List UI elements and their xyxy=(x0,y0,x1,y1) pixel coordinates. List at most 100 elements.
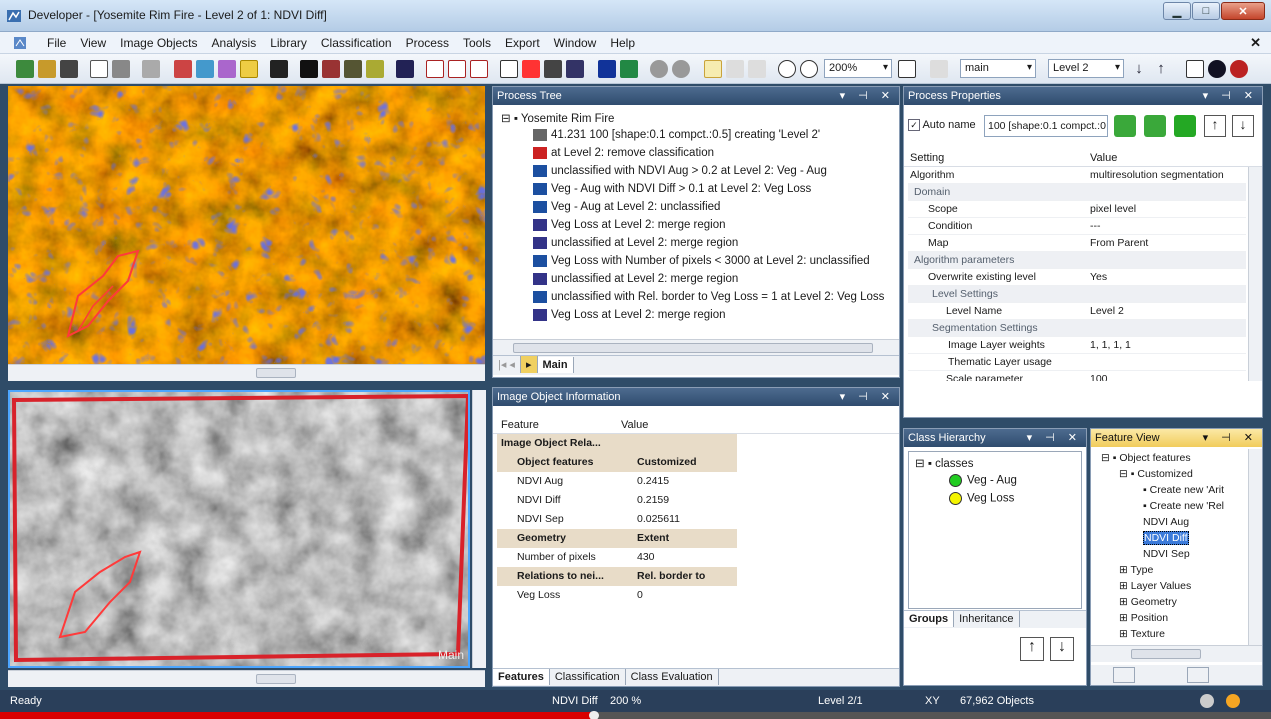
viewer-bottom[interactable]: Main xyxy=(8,390,470,668)
layer-mixing-icon[interactable] xyxy=(300,60,318,78)
zoom-fit-icon[interactable] xyxy=(898,60,916,78)
feature-item[interactable]: ⊟ ▪ Object features xyxy=(1101,452,1191,464)
tree-toggle-icon[interactable]: ⊞ xyxy=(1119,580,1131,592)
feature-item[interactable]: NDVI Aug xyxy=(1143,516,1189,528)
class-root[interactable]: ⊟ ▪ classes xyxy=(915,456,973,470)
process-item[interactable]: Veg Loss at Level 2: merge region xyxy=(533,309,726,321)
tree-toggle-icon[interactable]: ▪ xyxy=(1143,484,1150,496)
property-value[interactable]: Yes xyxy=(1090,271,1107,283)
process-item[interactable]: unclassified at Level 2: merge region xyxy=(533,273,738,285)
tab-groups[interactable]: Groups xyxy=(904,611,955,627)
property-row[interactable]: Algorithm parameters xyxy=(908,252,1246,269)
class-item[interactable]: Veg - Aug xyxy=(949,474,1017,487)
process-item[interactable]: Veg Loss with Number of pixels < 3000 at… xyxy=(533,255,870,267)
video-progress-knob[interactable] xyxy=(588,711,599,719)
property-row[interactable]: Level Settings xyxy=(908,286,1246,303)
feature-item[interactable]: ⊞ Geometry xyxy=(1119,596,1177,608)
property-row[interactable]: Level Name Level 2 xyxy=(908,303,1246,320)
zoom-out-icon[interactable] xyxy=(778,60,796,78)
viewer-top[interactable] xyxy=(8,86,485,364)
window-icon[interactable] xyxy=(1186,60,1204,78)
save-icon[interactable] xyxy=(60,60,78,78)
property-value[interactable]: 100 xyxy=(1090,373,1108,381)
feature-item[interactable]: ⊞ Texture xyxy=(1119,628,1165,640)
zoom-area-icon[interactable] xyxy=(748,60,766,78)
level-down-icon[interactable]: ↓ xyxy=(1130,60,1148,78)
link-views-icon[interactable] xyxy=(470,60,488,78)
viewer-bottom-hscroll[interactable] xyxy=(8,670,485,687)
layout-icon[interactable] xyxy=(500,60,518,78)
pointer-icon[interactable] xyxy=(704,60,722,78)
tree-toggle-icon[interactable]: ⊞ xyxy=(1119,596,1131,608)
property-row[interactable]: Condition --- xyxy=(908,218,1246,235)
move-up-icon[interactable]: ↑ xyxy=(1204,115,1226,137)
property-row[interactable]: Segmentation Settings xyxy=(908,320,1246,337)
segment-icon[interactable] xyxy=(196,60,214,78)
menu-process[interactable]: Process xyxy=(399,36,456,50)
print-icon[interactable] xyxy=(142,60,160,78)
class-tree[interactable]: ⊟ ▪ classes Veg - Aug Veg Loss xyxy=(908,451,1082,609)
close-document-icon[interactable]: ✕ xyxy=(1250,35,1261,51)
level-up-icon[interactable]: ↑ xyxy=(1152,60,1170,78)
process-item[interactable]: Veg - Aug at Level 2: unclassified xyxy=(533,201,720,213)
append-icon[interactable] xyxy=(1144,115,1166,137)
process-item[interactable]: unclassified with NDVI Aug > 0.2 at Leve… xyxy=(533,165,827,177)
feature-hscroll[interactable] xyxy=(1091,645,1262,662)
property-row[interactable]: Overwrite existing level Yes xyxy=(908,269,1246,286)
feature-item[interactable]: ▪ Create new 'Rel xyxy=(1143,500,1224,512)
grid-icon[interactable] xyxy=(566,60,584,78)
property-value[interactable]: Level 2 xyxy=(1090,305,1124,317)
menu-image-objects[interactable]: Image Objects xyxy=(113,36,204,50)
tab-features[interactable]: Features xyxy=(493,669,550,685)
property-row[interactable]: Algorithm multiresolution segmentation xyxy=(908,167,1246,184)
property-row[interactable]: Image Layer weights 1, 1, 1, 1 xyxy=(908,337,1246,354)
feature-item[interactable]: ⊞ Layer Values xyxy=(1119,580,1191,592)
feature-item[interactable]: NDVI Diff xyxy=(1143,531,1189,545)
open-project-icon[interactable] xyxy=(16,60,34,78)
feature-item[interactable]: ⊞ Position xyxy=(1119,612,1168,624)
move-down-icon[interactable]: ↓ xyxy=(1232,115,1254,137)
class-down-icon[interactable]: ↓ xyxy=(1050,637,1074,661)
classification-view-icon[interactable] xyxy=(322,60,340,78)
video-progress-bar[interactable] xyxy=(0,711,1271,719)
feature-item[interactable]: ▪ Create new 'Arit xyxy=(1143,484,1224,496)
tab-classification[interactable]: Classification xyxy=(550,669,626,685)
tree-toggle-icon[interactable]: ⊞ xyxy=(1119,612,1131,624)
feature-item[interactable]: NDVI Sep xyxy=(1143,548,1190,560)
tab-main[interactable]: Main xyxy=(537,357,574,373)
palette-icon[interactable] xyxy=(544,60,562,78)
cursor-tool-icon[interactable] xyxy=(270,60,288,78)
process-tree-hscroll[interactable] xyxy=(493,339,899,356)
close-window-button[interactable]: ✕ xyxy=(1221,2,1265,20)
property-value[interactable]: multiresolution segmentation xyxy=(1090,169,1224,181)
tab-class-evaluation[interactable]: Class Evaluation xyxy=(626,669,719,685)
map-select[interactable]: main xyxy=(960,59,1036,78)
color-icon[interactable] xyxy=(522,60,540,78)
menu-library[interactable]: Library xyxy=(263,36,314,50)
minimize-button[interactable]: ▁ xyxy=(1163,2,1191,20)
property-value[interactable]: pixel level xyxy=(1090,203,1136,215)
process-item[interactable]: unclassified at Level 2: merge region xyxy=(533,237,738,249)
viewer-top-hscroll[interactable] xyxy=(8,364,485,381)
open-folder-icon[interactable] xyxy=(38,60,56,78)
outline-view-icon[interactable] xyxy=(366,60,384,78)
viewer-bottom-vscroll[interactable] xyxy=(472,390,486,668)
feature-nav-button[interactable] xyxy=(1113,667,1135,683)
feature-item[interactable]: ⊟ ▪ Customized xyxy=(1119,468,1193,480)
run-icon[interactable] xyxy=(598,60,616,78)
menu-export[interactable]: Export xyxy=(498,36,547,50)
property-row[interactable]: Thematic Layer usage xyxy=(908,354,1246,371)
tree-toggle-icon[interactable]: ▪ xyxy=(1143,500,1150,512)
auto-name-field[interactable]: 100 [shape:0.1 compct.:0 xyxy=(984,115,1108,137)
new-window-icon[interactable] xyxy=(90,60,108,78)
feature-vscroll[interactable] xyxy=(1248,449,1262,645)
tree-toggle-icon[interactable]: ⊟ ▪ xyxy=(1119,468,1137,480)
property-value[interactable]: 1, 1, 1, 1 xyxy=(1090,339,1131,351)
maximize-button[interactable]: □ xyxy=(1192,2,1220,20)
tools-icon[interactable] xyxy=(620,60,638,78)
play-icon[interactable]: ▸ xyxy=(520,356,538,373)
merge-icon[interactable] xyxy=(218,60,236,78)
tree-toggle-icon[interactable]: ⊞ xyxy=(1119,628,1131,640)
feature-tree[interactable]: ⊟ ▪ Object features ⊟ ▪ Customized ▪ Creat… xyxy=(1091,449,1248,645)
menu-file[interactable]: File xyxy=(40,36,73,50)
